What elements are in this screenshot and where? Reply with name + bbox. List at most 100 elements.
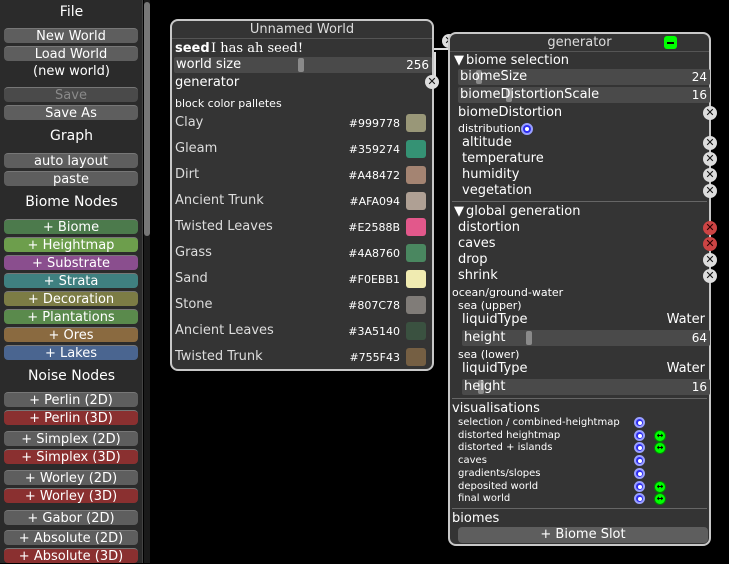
add-node-button[interactable]: + Perlin (2D) xyxy=(4,392,138,408)
color-swatch[interactable] xyxy=(406,270,426,288)
color-swatch[interactable] xyxy=(406,192,426,210)
add-node-button[interactable]: + Substrate xyxy=(4,255,138,271)
visualisation-label: distorted heightmap xyxy=(458,429,561,441)
move-arrows-icon[interactable]: ↔ xyxy=(654,493,666,506)
eye-icon[interactable] xyxy=(634,429,645,441)
add-node-button[interactable]: + Absolute (2D) xyxy=(4,530,138,546)
liquid-type-lower-select[interactable]: Water xyxy=(667,361,705,376)
height-lower-label: height xyxy=(464,379,506,394)
add-node-button[interactable]: + Lakes xyxy=(4,345,138,361)
world-size-value: 256 xyxy=(406,58,429,72)
height-upper-slider[interactable]: height 64 xyxy=(462,330,710,346)
color-swatch[interactable] xyxy=(406,322,426,340)
palette-hex: #359274 xyxy=(348,143,400,156)
palette-hex: #E2588B xyxy=(348,221,400,234)
eye-icon[interactable] xyxy=(634,467,645,479)
color-swatch[interactable] xyxy=(406,348,426,366)
collapse-icon[interactable] xyxy=(664,36,677,49)
world-size-slider[interactable]: world size 256 xyxy=(174,57,432,73)
eye-icon[interactable] xyxy=(634,455,645,467)
liquid-type-upper-select[interactable]: Water xyxy=(667,312,705,327)
disconnect-icon[interactable]: ✕ xyxy=(703,136,717,150)
color-swatch[interactable] xyxy=(406,244,426,262)
sidebar-scrollbar[interactable] xyxy=(144,0,150,563)
current-world-label: (new world) xyxy=(33,64,110,79)
add-node-button[interactable]: + Absolute (3D) xyxy=(4,548,138,564)
load-world-button[interactable]: Load World xyxy=(4,46,138,62)
add-node-button[interactable]: + Gabor (2D) xyxy=(4,510,138,526)
move-arrows-icon[interactable]: ↔ xyxy=(654,480,666,493)
color-swatch[interactable] xyxy=(406,166,426,184)
color-swatch[interactable] xyxy=(406,296,426,314)
add-node-button[interactable]: + Plantations xyxy=(4,309,138,325)
global-generation-header[interactable]: global generation xyxy=(466,204,580,219)
move-arrows-icon[interactable]: ↔ xyxy=(654,442,666,455)
eye-icon[interactable] xyxy=(521,123,533,135)
disconnect-icon[interactable]: ✕ xyxy=(703,106,717,120)
disconnect-icon[interactable]: ✕ xyxy=(703,168,717,182)
disconnect-icon[interactable]: ✕ xyxy=(425,75,439,89)
distortion-scale-slider[interactable]: biomeDistortionScale 16 xyxy=(458,87,710,103)
move-arrows-icon[interactable]: ↔ xyxy=(654,429,666,442)
scrollbar-thumb[interactable] xyxy=(144,2,150,236)
add-node-button[interactable]: + Ores xyxy=(4,327,138,343)
palette-row[interactable]: Sand #F0EBB1 xyxy=(172,269,432,291)
chevron-down-icon[interactable]: ▼ xyxy=(454,53,464,68)
color-swatch[interactable] xyxy=(406,218,426,236)
biome-size-value: 24 xyxy=(691,70,707,84)
add-node-button[interactable]: + Simplex (2D) xyxy=(4,431,138,447)
palette-row[interactable]: Clay #999778 xyxy=(172,113,432,135)
save-as-button[interactable]: Save As xyxy=(4,105,138,121)
add-node-button[interactable]: + Heightmap xyxy=(4,237,138,253)
palette-hex: #3A5140 xyxy=(348,325,400,338)
disconnect-icon[interactable]: ✕ xyxy=(703,221,717,235)
add-node-button[interactable]: + Strata xyxy=(4,273,138,289)
generator-node[interactable]: generator ▼ biome selection biomeSize 24… xyxy=(448,32,717,546)
disconnect-icon[interactable]: ✕ xyxy=(703,253,717,267)
eye-icon[interactable] xyxy=(634,417,645,428)
disconnect-icon[interactable]: ✕ xyxy=(703,269,717,283)
new-world-button[interactable]: New World xyxy=(4,28,138,44)
eye-icon[interactable] xyxy=(634,442,645,454)
palette-hex: #999778 xyxy=(348,117,400,130)
palette-row[interactable]: Stone #807C78 xyxy=(172,295,432,317)
disconnect-icon[interactable]: ✕ xyxy=(703,237,717,251)
add-node-button[interactable]: + Biome xyxy=(4,219,138,235)
palette-row[interactable]: Ancient Leaves #3A5140 xyxy=(172,321,432,343)
distribution-input-row: vegetation ✕ xyxy=(450,183,717,199)
palette-row[interactable]: Ancient Trunk #AFA094 xyxy=(172,191,432,213)
disconnect-icon[interactable]: ✕ xyxy=(703,184,717,198)
biome-size-slider[interactable]: biomeSize 24 xyxy=(458,69,710,85)
world-size-knob[interactable] xyxy=(298,58,304,72)
visualisation-row: distorted heightmap ↔ xyxy=(450,429,709,442)
disconnect-icon[interactable]: ✕ xyxy=(703,152,717,166)
add-node-button[interactable]: + Decoration xyxy=(4,291,138,307)
add-node-button[interactable]: + Worley (2D) xyxy=(4,470,138,486)
color-swatch[interactable] xyxy=(406,114,426,132)
seed-input[interactable]: I has ah seed! xyxy=(211,41,303,56)
add-node-button[interactable]: + Simplex (3D) xyxy=(4,449,138,465)
visualisation-row: gradients/slopes xyxy=(450,467,709,480)
palette-row[interactable]: Grass #4A8760 xyxy=(172,243,432,265)
sea-lower-label: sea (lower) xyxy=(458,348,520,361)
add-node-button[interactable]: + Perlin (3D) xyxy=(4,410,138,426)
height-lower-slider[interactable]: height 16 xyxy=(462,379,710,395)
chevron-down-icon[interactable]: ▼ xyxy=(454,204,464,219)
visualisation-label: gradients/slopes xyxy=(458,467,541,479)
palette-row[interactable]: Twisted Trunk #755F43 xyxy=(172,347,432,369)
palette-row[interactable]: Dirt #A48472 xyxy=(172,165,432,187)
save-button[interactable]: Save xyxy=(4,87,138,103)
auto-layout-button[interactable]: auto layout xyxy=(4,153,138,169)
eye-icon[interactable] xyxy=(634,480,645,492)
add-biome-slot-button[interactable]: + Biome Slot xyxy=(458,527,708,543)
biome-selection-header[interactable]: biome selection xyxy=(466,53,569,68)
palette-row[interactable]: Gleam #359274 xyxy=(172,139,432,161)
paste-button[interactable]: paste xyxy=(4,171,138,187)
world-node[interactable]: Unnamed World seed I has ah seed! world … xyxy=(170,19,434,371)
eye-icon[interactable] xyxy=(634,493,645,505)
palette-name: Stone xyxy=(175,297,213,312)
add-node-button[interactable]: + Worley (3D) xyxy=(4,488,138,504)
palette-row[interactable]: Twisted Leaves #E2588B xyxy=(172,217,432,239)
color-swatch[interactable] xyxy=(406,140,426,158)
height-upper-knob[interactable] xyxy=(526,331,532,345)
